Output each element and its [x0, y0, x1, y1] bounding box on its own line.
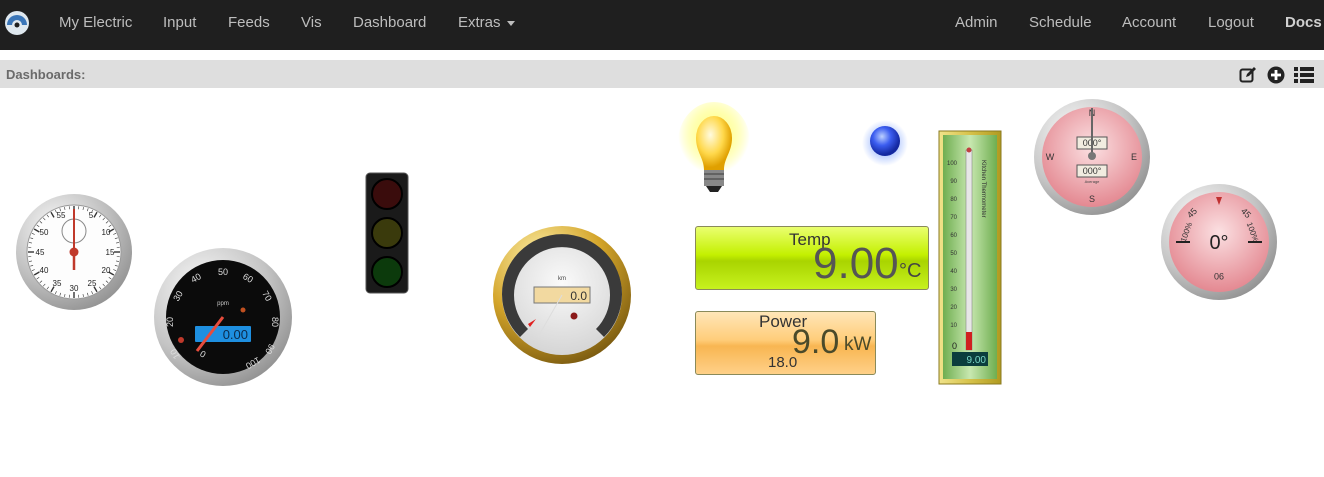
- nav-schedule[interactable]: Schedule: [1029, 14, 1092, 31]
- power-sub-value: 18.0: [768, 354, 798, 371]
- stopwatch-label-55: 55: [57, 211, 66, 220]
- nav-extras-dropdown[interactable]: Extras: [458, 14, 515, 31]
- traffic-light-red: [371, 178, 403, 210]
- traffic-light-yellow: [371, 217, 403, 249]
- openenergymonitor-logo-icon[interactable]: [4, 10, 30, 36]
- nav-extras-label: Extras: [458, 14, 501, 31]
- top-navbar: My Electric Input Feeds Vis Dashboard Ex…: [0, 0, 1324, 50]
- speedo-unit: ppm: [217, 301, 229, 307]
- compass-bottom-value: 000°: [1083, 166, 1102, 176]
- thermo-tick-60: 60: [950, 233, 957, 239]
- stopwatch-label-25: 25: [88, 279, 97, 288]
- thermo-tick-80: 80: [950, 197, 957, 203]
- stopwatch-label-10: 10: [102, 228, 111, 237]
- stopwatch-label-5: 5: [89, 211, 94, 220]
- stopwatch-label-45: 45: [36, 248, 45, 257]
- thermo-tick-10: 10: [950, 323, 957, 329]
- dial-unit: km: [558, 276, 566, 282]
- thermometer-display-value: 9.00: [967, 355, 987, 366]
- temp-value: 9.00: [813, 239, 899, 288]
- stopwatch-label-50: 50: [40, 228, 49, 237]
- speedo-display-value: 0.00: [223, 327, 248, 342]
- thermo-tick-90: 90: [950, 179, 957, 185]
- incl-mark-90-bottom: 90: [1214, 271, 1224, 281]
- nav-admin[interactable]: Admin: [955, 14, 998, 31]
- edit-icon[interactable]: [1239, 66, 1257, 84]
- stopwatch-hub: [69, 247, 79, 257]
- thermometer-mercury: [966, 332, 972, 350]
- thermo-tick-0: 0: [952, 341, 957, 351]
- chevron-down-icon: [506, 20, 515, 26]
- speedo-label-80: 80: [270, 317, 280, 327]
- thermometer-gauge: Kitchen Thermometer 100 90 80 70 60 50 4…: [938, 130, 1002, 385]
- led-indicator: [862, 120, 908, 166]
- light-bulb-icon: [678, 102, 750, 192]
- nav-docs[interactable]: Docs: [1285, 14, 1322, 31]
- nav-my-electric[interactable]: My Electric: [59, 14, 132, 31]
- dashboards-label: Dashboards:: [6, 67, 86, 82]
- dial-display-value: 0.0: [570, 289, 587, 303]
- nav-input[interactable]: Input: [163, 14, 196, 31]
- nav-feeds[interactable]: Feeds: [228, 14, 270, 31]
- thermo-tick-100: 100: [947, 161, 958, 167]
- stopwatch-label-35: 35: [53, 279, 62, 288]
- stopwatch-label-40: 40: [40, 266, 49, 275]
- stopwatch-label-30: 30: [70, 284, 79, 293]
- thermometer-title: Kitchen Thermometer: [980, 160, 986, 218]
- nav-dashboard[interactable]: Dashboard: [353, 14, 426, 31]
- temp-display-box: Temp 9.00 °C: [695, 226, 929, 290]
- speedo-label-50: 50: [218, 267, 228, 277]
- inclinometer-value: 0°: [1209, 232, 1228, 254]
- power-value: 9.0: [792, 323, 840, 361]
- compass-sub-label: Average: [1085, 179, 1101, 184]
- thermo-tick-30: 30: [950, 287, 957, 293]
- nav-vis[interactable]: Vis: [301, 14, 322, 31]
- nav-account[interactable]: Account: [1122, 14, 1176, 31]
- thermo-tick-70: 70: [950, 215, 957, 221]
- dashboards-bar: Dashboards:: [0, 60, 1324, 88]
- list-icon[interactable]: [1294, 66, 1314, 84]
- traffic-light-green: [371, 256, 403, 288]
- speedo-label-20: 20: [165, 317, 175, 327]
- temp-unit: °C: [899, 260, 922, 282]
- compass-dir-e: E: [1131, 152, 1137, 162]
- inclinometer-gauge: 45 45 100% 100% 90 0°: [1161, 184, 1277, 300]
- stopwatch-label-20: 20: [102, 266, 111, 275]
- compass-dir-w: W: [1046, 152, 1055, 162]
- compass-dir-s: S: [1089, 194, 1095, 204]
- add-circle-icon[interactable]: [1267, 66, 1285, 84]
- nav-logout[interactable]: Logout: [1208, 14, 1254, 31]
- speedometer-gauge: 10 20 30 40 50 60 70 80 90 100 0 ppm 0.0…: [154, 248, 292, 386]
- dial-gauge: km 0.0: [493, 226, 631, 364]
- stopwatch-label-15: 15: [106, 248, 115, 257]
- compass-gauge: N E S W 000° 000° Average: [1034, 99, 1150, 215]
- traffic-light: [365, 172, 409, 294]
- thermo-tick-20: 20: [950, 305, 957, 311]
- stopwatch-gauge: 55 5 50 10 45 15 40 20 35 25 30: [16, 194, 132, 310]
- power-unit: kW: [844, 334, 872, 355]
- thermo-tick-50: 50: [950, 251, 957, 257]
- power-display-box: Power 9.0 kW 18.0: [695, 311, 876, 375]
- thermo-tick-40: 40: [950, 269, 957, 275]
